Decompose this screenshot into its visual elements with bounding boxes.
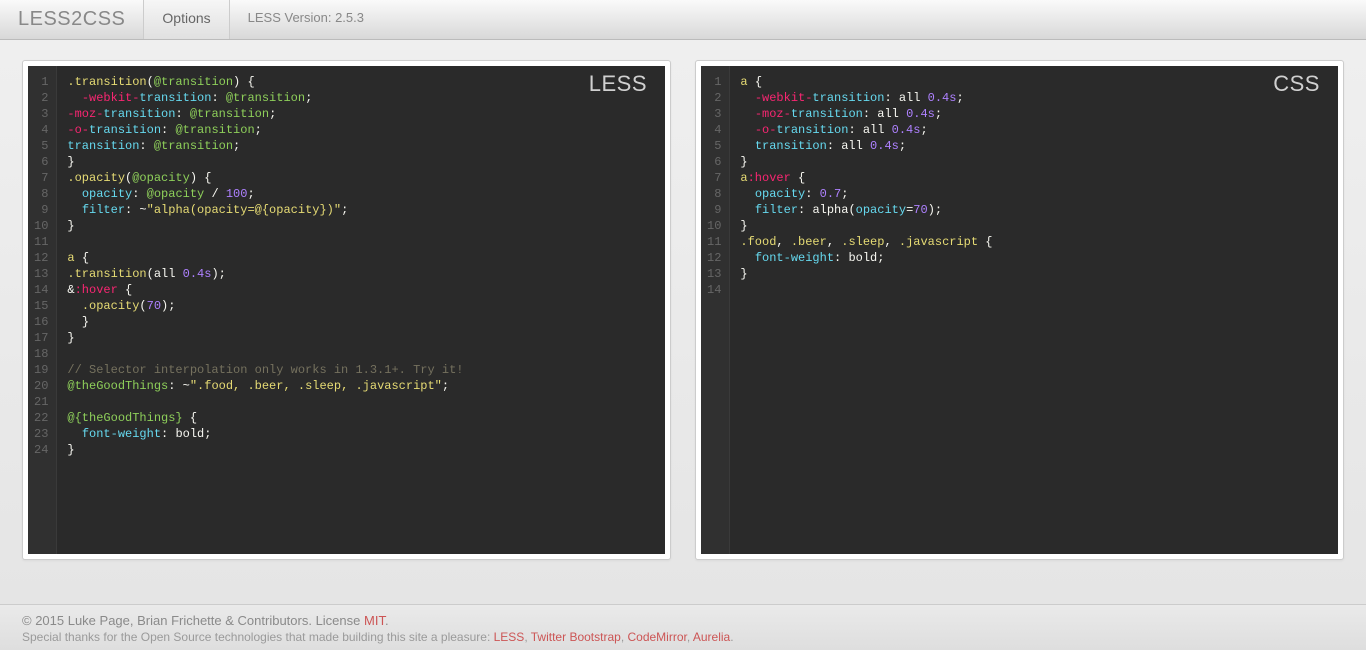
version-label: LESS Version: 2.5.3 xyxy=(230,0,382,39)
footer-copyright-text: © 2015 Luke Page, Brian Frichette & Cont… xyxy=(22,613,364,628)
less-label: LESS xyxy=(589,76,647,92)
brand: LESS2CSS xyxy=(0,0,143,39)
footer-link-aurelia[interactable]: Aurelia xyxy=(693,630,730,644)
panels: 123456789101112131415161718192021222324 … xyxy=(0,40,1366,580)
footer-thanks: Special thanks for the Open Source techn… xyxy=(22,630,1344,644)
css-code: a { -webkit-transition: all 0.4s; -moz-t… xyxy=(730,66,1002,554)
footer-thanks-period: . xyxy=(730,630,733,644)
options-button[interactable]: Options xyxy=(143,0,229,39)
css-editor[interactable]: 1234567891011121314 a { -webkit-transiti… xyxy=(701,66,1338,554)
css-label: CSS xyxy=(1273,76,1320,92)
footer-copyright: © 2015 Luke Page, Brian Frichette & Cont… xyxy=(22,613,1344,628)
license-link[interactable]: MIT xyxy=(364,613,385,628)
less-editor[interactable]: 123456789101112131415161718192021222324 … xyxy=(28,66,665,554)
less-gutter: 123456789101112131415161718192021222324 xyxy=(28,66,57,554)
footer-link-less[interactable]: LESS xyxy=(494,630,525,644)
less-code[interactable]: .transition(@transition) { -webkit-trans… xyxy=(57,66,473,554)
topbar: LESS2CSS Options LESS Version: 2.5.3 xyxy=(0,0,1366,40)
footer: © 2015 Luke Page, Brian Frichette & Cont… xyxy=(0,604,1366,650)
less-panel: 123456789101112131415161718192021222324 … xyxy=(22,60,671,560)
footer-thanks-text: Special thanks for the Open Source techn… xyxy=(22,630,494,644)
footer-link-twitter-bootstrap[interactable]: Twitter Bootstrap xyxy=(531,630,621,644)
footer-link-codemirror[interactable]: CodeMirror xyxy=(627,630,686,644)
css-panel: 1234567891011121314 a { -webkit-transiti… xyxy=(695,60,1344,560)
css-gutter: 1234567891011121314 xyxy=(701,66,730,554)
footer-period: . xyxy=(385,613,389,628)
